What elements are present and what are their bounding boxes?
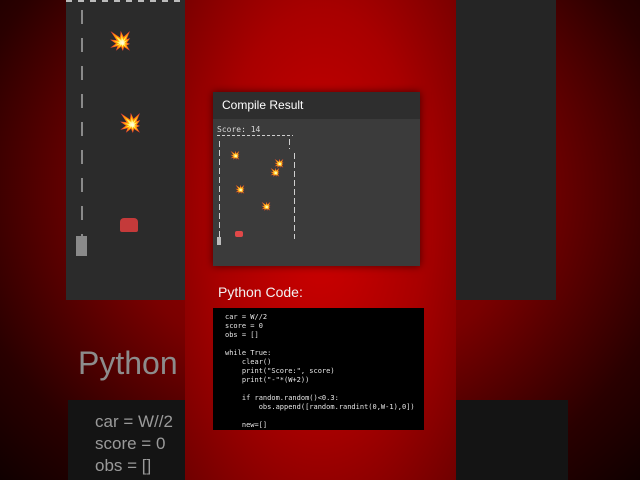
background-lane-top — [66, 0, 186, 2]
background-code-line: obs = [] — [95, 456, 152, 475]
explosion-icon: 💥 — [270, 168, 280, 177]
code-box: car = W//2 score = 0 obs = [] while True… — [213, 308, 424, 430]
code-line: car = W//2 — [225, 313, 268, 321]
background-code-line: score = 0 — [95, 434, 166, 453]
background-lane-wall — [81, 10, 83, 240]
code-line: score = 0 — [225, 322, 263, 330]
code-line: if random.random()<0.3: — [225, 394, 339, 402]
code-line: print("-"*(W+2)) — [225, 376, 310, 384]
explosion-icon: 💥 — [119, 113, 142, 133]
code-section-title: Python Code: — [218, 284, 303, 300]
explosion-icon: 💥 — [274, 159, 284, 168]
code-line: clear() — [225, 358, 272, 366]
right-wall-segment — [289, 139, 290, 149]
code-line: new=[] — [225, 421, 268, 429]
code-line: while True: — [225, 349, 272, 357]
game-output: Score: 14 💥 💥 💥 💥 💥 — [213, 119, 420, 266]
explosion-icon: 💥 — [235, 185, 245, 194]
background-code-line: car = W//2 — [95, 412, 173, 431]
dialog-title: Compile Result — [213, 92, 420, 119]
wall-block — [217, 237, 221, 245]
right-wall — [294, 153, 295, 239]
top-border — [217, 135, 293, 136]
code-line: obs = [] — [225, 331, 259, 339]
compile-result-dialog: Compile Result Score: 14 💥 💥 💥 💥 💥 — [213, 92, 420, 266]
code-line: obs.append([random.randint(0,W-1),0]) — [225, 403, 415, 411]
background-code-title: Python — [78, 345, 178, 381]
background-wall-block — [76, 236, 87, 256]
explosion-icon: 💥 — [261, 202, 271, 211]
background-game-view-right — [456, 0, 556, 300]
player-car — [235, 231, 243, 237]
explosion-icon: 💥 — [109, 31, 132, 51]
background-car — [120, 218, 138, 232]
code-line: print("Score:", score) — [225, 367, 335, 375]
left-wall — [219, 141, 220, 237]
explosion-icon: 💥 — [230, 151, 240, 160]
score-text: Score: 14 — [217, 125, 261, 134]
